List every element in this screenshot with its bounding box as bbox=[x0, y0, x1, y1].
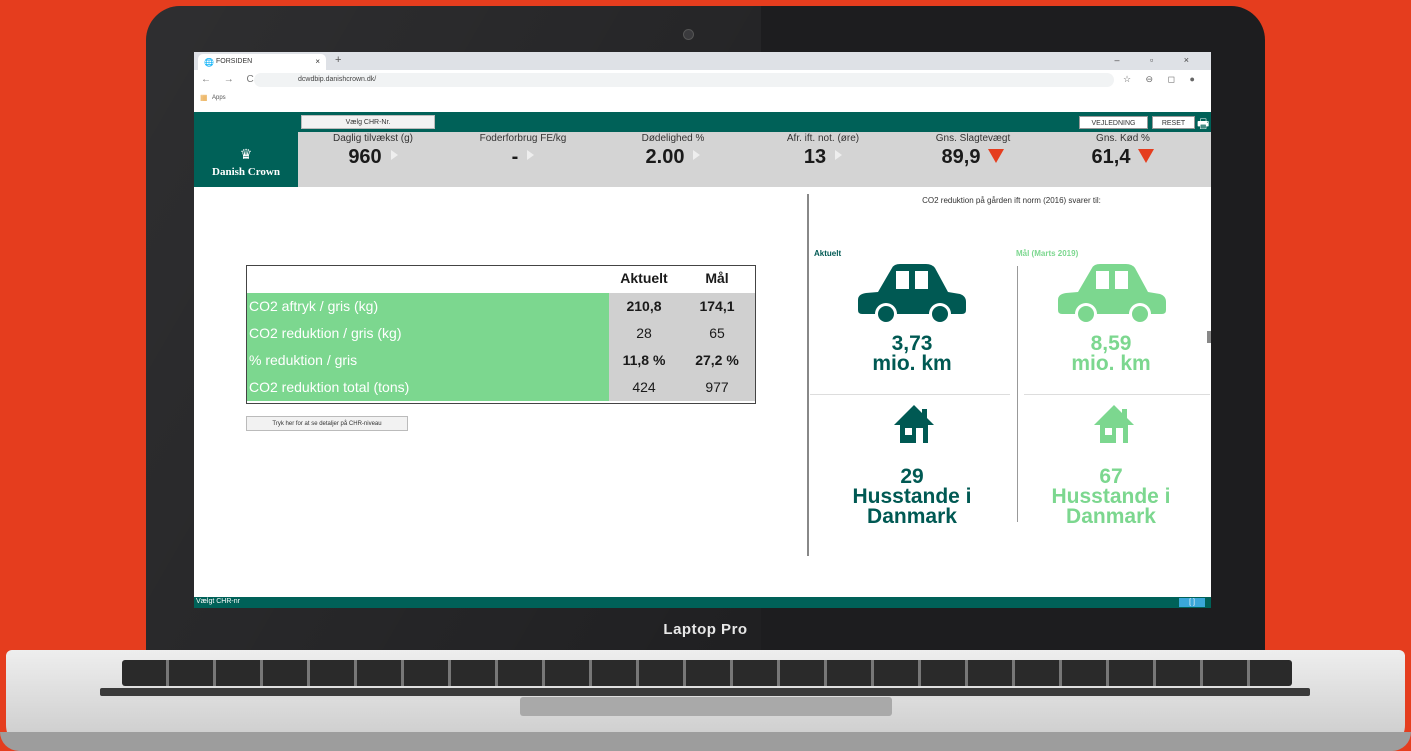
detail-chr-button[interactable]: Tryk her for at se detaljer på CHR-nivea… bbox=[246, 416, 408, 431]
cell-maal: 977 bbox=[679, 374, 755, 401]
house-icon bbox=[1094, 405, 1134, 443]
window-controls[interactable]: – ▫ × bbox=[1115, 55, 1203, 65]
browser-tabbar: 🌐 FORSIDEN × + – ▫ × bbox=[194, 52, 1211, 70]
maal-label: Mål (Marts 2019) bbox=[1016, 249, 1079, 258]
cell-aktuelt: 28 bbox=[609, 320, 679, 347]
table-row: CO2 reduktion total (tons) 424 977 bbox=[247, 374, 755, 401]
row-label: CO2 reduktion / gris (kg) bbox=[247, 320, 609, 347]
kpi-value: 960 bbox=[298, 146, 448, 169]
footer-button[interactable]: [ ] bbox=[1179, 598, 1205, 607]
footer-bar: Vælgt CHR-nr [ ] bbox=[194, 597, 1211, 608]
maal-km: 8,59 mio. km bbox=[1071, 332, 1151, 375]
kpi-label: Dødelighed % bbox=[641, 133, 705, 144]
danish-crown-logo[interactable]: ♛ Danish Crown bbox=[194, 126, 298, 187]
table-row: CO2 reduktion / gris (kg) 28 65 bbox=[247, 320, 755, 347]
row-label: CO2 reduktion total (tons) bbox=[247, 374, 609, 401]
reset-button[interactable]: RESET bbox=[1152, 116, 1195, 129]
column-header-aktuelt: Aktuelt bbox=[620, 270, 668, 286]
crown-icon: ♛ bbox=[239, 146, 253, 162]
divider bbox=[807, 194, 809, 556]
cell-aktuelt: 424 bbox=[609, 374, 679, 401]
co2-table: Aktuelt Mål CO2 aftryk / gris (kg) 210,8… bbox=[246, 265, 756, 404]
kpi-label: Gns. Kød % bbox=[1096, 133, 1150, 144]
kpi-daglig-tilvaekst[interactable]: Daglig tilvækst (g) 960 bbox=[298, 132, 448, 187]
footer-label: Vælgt CHR-nr bbox=[196, 598, 240, 605]
kpi-strip: Daglig tilvækst (g) 960 Foderforbrug FE/… bbox=[298, 132, 1211, 187]
cell-maal: 27,2 % bbox=[679, 347, 755, 374]
play-arrow-icon bbox=[693, 150, 701, 160]
select-chr-button[interactable]: Vælg CHR-Nr. bbox=[301, 115, 435, 129]
aktuelt-houses: 29 Husstande i Danmark bbox=[852, 465, 972, 528]
nav-buttons[interactable]: ← → C bbox=[201, 74, 259, 85]
address-bar: ← → C dcwdbip.danishcrown.dk/ ☆ ⊖ ◻ ● bbox=[194, 70, 1211, 92]
aktuelt-label: Aktuelt bbox=[814, 249, 842, 258]
screen: 🌐 FORSIDEN × + – ▫ × ← → C dcwdbip.danis… bbox=[194, 52, 1211, 608]
divider bbox=[1024, 394, 1210, 395]
house-icon bbox=[894, 405, 934, 443]
kpi-label: Daglig tilvækst (g) bbox=[332, 133, 414, 144]
bookmarks-bar: ▦ Apps bbox=[194, 91, 1211, 105]
kpi-slagtevaegt[interactable]: Gns. Slagtevægt 89,9 bbox=[898, 132, 1048, 187]
maal-houses: 67 Husstande i Danmark bbox=[1051, 465, 1171, 528]
column-header-maal: Mål bbox=[705, 270, 729, 286]
new-tab-button[interactable]: + bbox=[335, 54, 341, 66]
kpi-doedelighed[interactable]: Dødelighed % 2.00 bbox=[598, 132, 748, 187]
table-row: % reduktion / gris 11,8 % 27,2 % bbox=[247, 347, 755, 374]
divider bbox=[1017, 266, 1018, 522]
app-header: ♛ Danish Crown Vælg CHR-Nr. VEJLEDNING R… bbox=[194, 112, 1211, 187]
cell-maal: 65 bbox=[679, 320, 755, 347]
cell-aktuelt: 210,8 bbox=[609, 293, 679, 320]
kpi-value: 89,9 bbox=[898, 146, 1048, 169]
camera-icon bbox=[683, 29, 694, 40]
down-triangle-icon bbox=[988, 149, 1005, 163]
side-collapse-handle[interactable] bbox=[1207, 331, 1211, 343]
url-text: dcwdbip.danishcrown.dk/ bbox=[298, 76, 377, 83]
kpi-label: Afr. ift. not. (øre) bbox=[786, 133, 860, 144]
kpi-label: Foderforbrug FE/kg bbox=[479, 133, 567, 144]
kpi-value: - bbox=[448, 146, 598, 169]
play-arrow-icon bbox=[527, 150, 535, 160]
car-icon bbox=[858, 264, 966, 325]
url-field[interactable]: dcwdbip.danishcrown.dk/ bbox=[254, 73, 1114, 87]
globe-icon: 🌐 bbox=[204, 58, 214, 67]
cell-maal: 174,1 bbox=[679, 293, 755, 320]
co2-title: CO2 reduktion på gården ift norm (2016) … bbox=[922, 196, 1101, 205]
cell-aktuelt: 11,8 % bbox=[609, 347, 679, 374]
tab-title: FORSIDEN bbox=[216, 58, 253, 65]
kpi-value: 2.00 bbox=[598, 146, 748, 169]
play-arrow-icon bbox=[390, 150, 398, 160]
kpi-value: 13 bbox=[748, 146, 898, 169]
bookmark-apps[interactable]: Apps bbox=[212, 95, 226, 101]
kpi-foderforbrug[interactable]: Foderforbrug FE/kg - bbox=[448, 132, 598, 187]
kpi-value: 61,4 bbox=[1048, 146, 1198, 169]
trackpad bbox=[520, 697, 892, 716]
browser-tab[interactable]: 🌐 FORSIDEN × bbox=[198, 54, 326, 70]
down-triangle-icon bbox=[1138, 149, 1155, 163]
browser-toolbar-icons[interactable]: ☆ ⊖ ◻ ● bbox=[1123, 74, 1201, 85]
tab-close-icon[interactable]: × bbox=[315, 57, 320, 66]
brand-name: Danish Crown bbox=[212, 166, 280, 178]
kpi-afregning[interactable]: Afr. ift. not. (øre) 13 bbox=[748, 132, 898, 187]
laptop-model-label: Laptop Pro bbox=[663, 621, 748, 638]
divider bbox=[810, 394, 1010, 395]
row-label: CO2 aftryk / gris (kg) bbox=[247, 293, 609, 320]
kpi-koed-pct[interactable]: Gns. Kød % 61,4 bbox=[1048, 132, 1198, 187]
table-row: CO2 aftryk / gris (kg) 210,8 174,1 bbox=[247, 293, 755, 320]
play-arrow-icon bbox=[835, 150, 843, 160]
row-label: % reduktion / gris bbox=[247, 347, 609, 374]
keyboard-row bbox=[122, 660, 1292, 686]
laptop-lip bbox=[0, 732, 1411, 751]
apps-grid-icon[interactable]: ▦ bbox=[200, 93, 208, 102]
vejledning-button[interactable]: VEJLEDNING bbox=[1079, 116, 1148, 129]
keyboard-row-lower bbox=[100, 688, 1310, 696]
car-icon bbox=[1058, 264, 1166, 325]
aktuelt-km: 3,73 mio. km bbox=[872, 332, 952, 375]
kpi-label: Gns. Slagtevægt bbox=[935, 133, 1011, 144]
